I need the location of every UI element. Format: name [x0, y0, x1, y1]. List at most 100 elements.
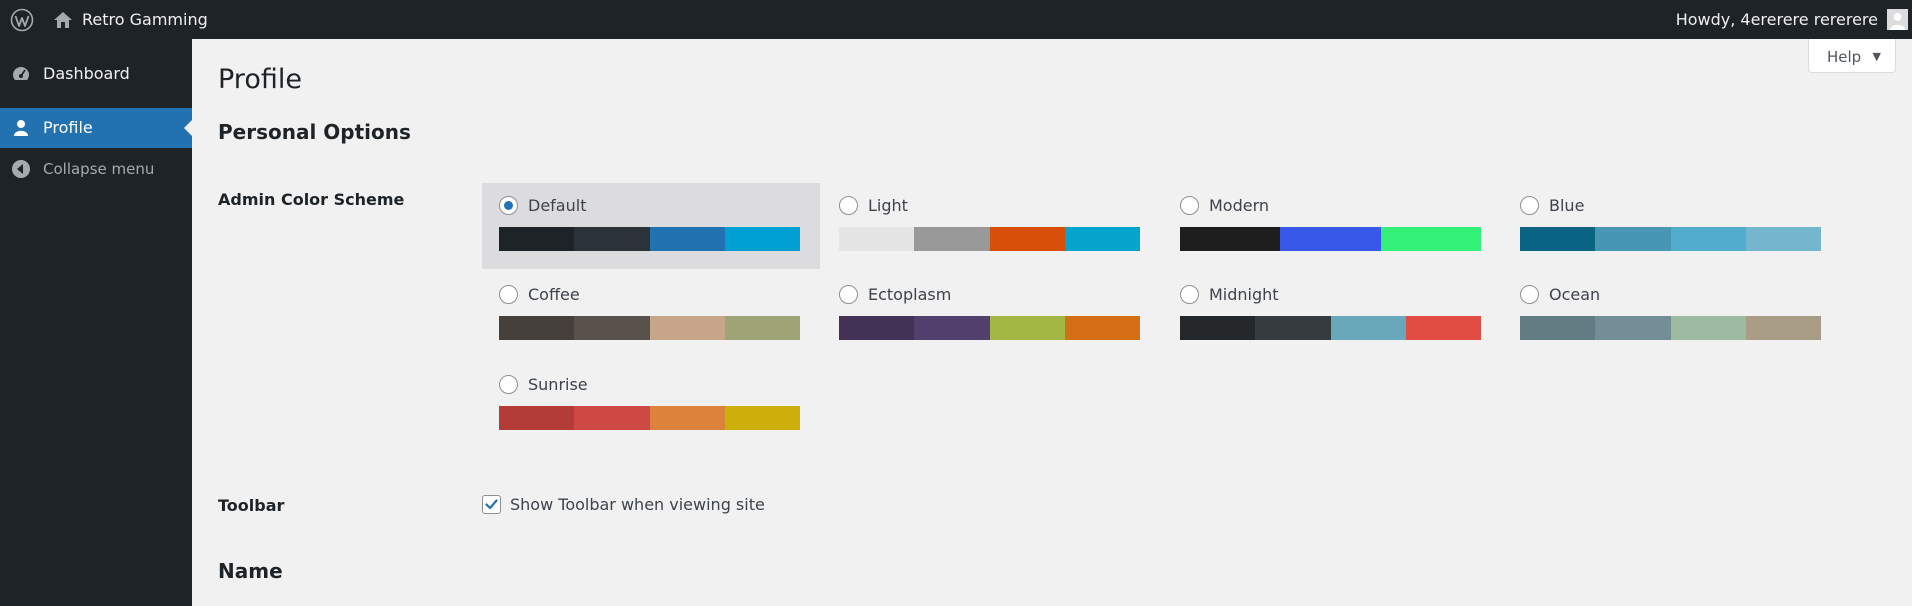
color-scheme-option-sunrise[interactable]: Sunrise	[482, 362, 820, 448]
admin-color-scheme-label: Admin Color Scheme	[218, 190, 405, 209]
sidebar-item-label: Profile	[43, 118, 93, 137]
personal-options-heading: Personal Options	[218, 120, 411, 144]
color-swatch	[649, 227, 725, 251]
color-scheme-radio[interactable]	[499, 196, 518, 215]
current-menu-arrow	[184, 120, 192, 136]
color-scheme-radio[interactable]	[1520, 196, 1539, 215]
show-toolbar-checkbox[interactable]	[482, 495, 501, 514]
help-button-label: Help	[1827, 48, 1862, 66]
color-swatch	[1255, 316, 1331, 340]
checkmark-icon	[485, 499, 498, 510]
color-scheme-label[interactable]: Coffee	[528, 285, 580, 305]
color-swatch	[724, 316, 800, 340]
color-palette-swatches	[1180, 227, 1481, 251]
color-scheme-option-ocean[interactable]: Ocean	[1503, 272, 1841, 358]
color-swatch	[1064, 227, 1140, 251]
color-palette-swatches	[839, 316, 1140, 340]
sidebar-item-label: Dashboard	[43, 64, 130, 83]
color-scheme-radio[interactable]	[499, 375, 518, 394]
color-scheme-label[interactable]: Default	[528, 196, 586, 216]
admin-sidebar-menu: Dashboard Profile Collapse menu	[0, 39, 192, 606]
color-scheme-label[interactable]: Ocean	[1549, 285, 1600, 305]
page-title: Profile	[218, 64, 302, 95]
color-swatch	[649, 406, 725, 430]
color-swatch	[574, 406, 650, 430]
collapse-menu-button[interactable]: Collapse menu	[0, 149, 192, 189]
color-scheme-option-default[interactable]: Default	[482, 183, 820, 269]
color-scheme-radio[interactable]	[839, 196, 858, 215]
color-swatch	[574, 227, 650, 251]
color-swatch	[1520, 227, 1596, 251]
color-scheme-option-modern[interactable]: Modern	[1163, 183, 1501, 269]
color-scheme-label[interactable]: Sunrise	[528, 375, 588, 395]
sidebar-item-label: Collapse menu	[43, 160, 155, 178]
color-swatch	[724, 406, 800, 430]
color-scheme-radio[interactable]	[1180, 285, 1199, 304]
color-swatch	[1745, 316, 1821, 340]
color-swatch	[839, 316, 915, 340]
color-scheme-label[interactable]: Midnight	[1209, 285, 1279, 305]
color-scheme-radio[interactable]	[1520, 285, 1539, 304]
color-swatch	[1280, 227, 1381, 251]
color-swatch	[1405, 316, 1481, 340]
sidebar-item-dashboard[interactable]: Dashboard	[0, 54, 192, 94]
color-scheme-radio[interactable]	[499, 285, 518, 304]
color-scheme-option-midnight[interactable]: Midnight	[1163, 272, 1501, 358]
color-scheme-label[interactable]: Blue	[1549, 196, 1584, 216]
color-swatch	[989, 316, 1065, 340]
color-scheme-radio[interactable]	[839, 285, 858, 304]
color-swatch	[1520, 316, 1596, 340]
color-swatch	[1064, 316, 1140, 340]
color-swatch	[499, 316, 575, 340]
toolbar-label: Toolbar	[218, 496, 285, 515]
color-swatch	[1745, 227, 1821, 251]
color-swatch	[499, 406, 575, 430]
color-swatch	[1180, 227, 1281, 251]
sidebar-item-profile[interactable]: Profile	[0, 108, 192, 148]
name-section-heading: Name	[218, 559, 283, 583]
color-scheme-option-light[interactable]: Light	[822, 183, 1160, 269]
show-toolbar-label[interactable]: Show Toolbar when viewing site	[510, 495, 765, 515]
color-swatch	[1670, 316, 1746, 340]
color-swatch	[914, 316, 990, 340]
color-scheme-label[interactable]: Modern	[1209, 196, 1269, 216]
color-palette-swatches	[499, 316, 800, 340]
wordpress-logo-icon[interactable]	[10, 8, 34, 32]
color-swatch	[574, 316, 650, 340]
user-icon	[14, 120, 28, 136]
collapse-arrow-icon	[12, 160, 30, 178]
dashboard-gauge-icon	[13, 67, 29, 80]
avatar[interactable]	[1887, 9, 1908, 30]
color-scheme-label[interactable]: Ectoplasm	[868, 285, 951, 305]
color-swatch	[724, 227, 800, 251]
color-palette-swatches	[1180, 316, 1481, 340]
color-palette-swatches	[1520, 227, 1821, 251]
color-scheme-label[interactable]: Light	[868, 196, 908, 216]
color-swatch	[1380, 227, 1481, 251]
color-swatch	[989, 227, 1065, 251]
color-scheme-radio[interactable]	[1180, 196, 1199, 215]
color-swatch	[649, 316, 725, 340]
help-button[interactable]: Help ▼	[1808, 39, 1896, 73]
color-scheme-option-coffee[interactable]: Coffee	[482, 272, 820, 358]
color-swatch	[1180, 316, 1256, 340]
color-palette-swatches	[1520, 316, 1821, 340]
color-swatch	[1595, 227, 1671, 251]
main-content: Help ▼ Profile Personal Options Admin Co…	[192, 39, 1912, 606]
color-scheme-option-blue[interactable]: Blue	[1503, 183, 1841, 269]
color-swatch	[839, 227, 915, 251]
color-palette-swatches	[499, 227, 800, 251]
home-icon[interactable]	[53, 10, 73, 30]
color-swatch	[499, 227, 575, 251]
color-swatch	[1330, 316, 1406, 340]
chevron-down-icon: ▼	[1872, 50, 1881, 63]
howdy-user-menu[interactable]: Howdy, 4ererere rererere	[1676, 10, 1878, 30]
color-scheme-option-ectoplasm[interactable]: Ectoplasm	[822, 272, 1160, 358]
color-swatch	[1595, 316, 1671, 340]
color-swatch	[914, 227, 990, 251]
avatar-placeholder-icon	[1887, 9, 1908, 30]
site-name-link[interactable]: Retro Gamming	[82, 10, 208, 30]
admin-bar: Retro Gamming Howdy, 4ererere rererere	[0, 0, 1912, 39]
color-swatch	[1670, 227, 1746, 251]
color-palette-swatches	[499, 406, 800, 430]
